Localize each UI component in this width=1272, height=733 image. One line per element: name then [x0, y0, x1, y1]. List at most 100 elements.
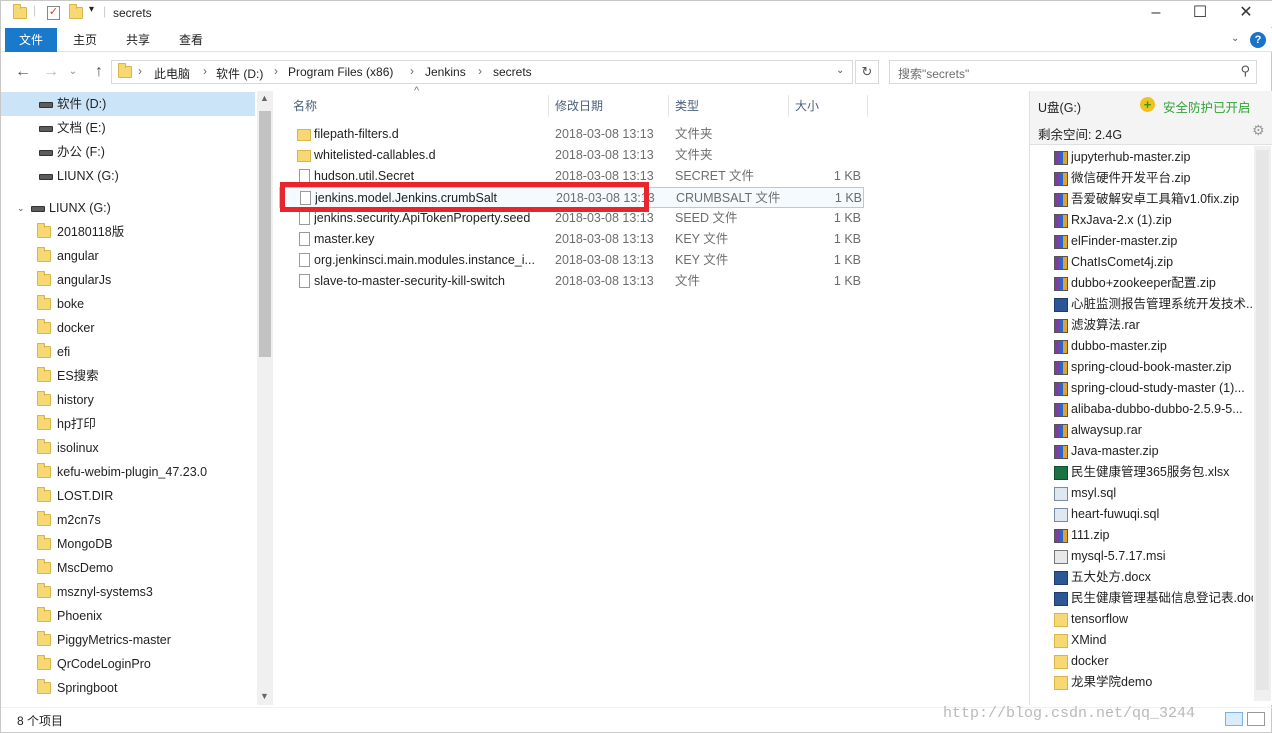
back-arrow-icon[interactable]: ←	[13, 61, 33, 83]
protection-status[interactable]: 安全防护已开启	[1163, 97, 1251, 116]
nav-folder-item[interactable]: MscDemo	[1, 556, 255, 580]
customize-quick-access-icon[interactable]: ▾	[89, 4, 94, 15]
expand-ribbon-icon[interactable]: ⌄	[1231, 33, 1239, 44]
gear-icon[interactable]: ⚙	[1252, 122, 1265, 139]
nav-folder-item[interactable]: Springboot	[1, 676, 255, 700]
nav-folder-item[interactable]: docker	[1, 316, 255, 340]
nav-folder-item[interactable]: PiggyMetrics-master	[1, 628, 255, 652]
recent-locations-icon[interactable]: ⌄	[63, 61, 83, 83]
close-button[interactable]: ✕	[1223, 1, 1269, 27]
usb-scrollbar[interactable]	[1254, 146, 1271, 701]
usb-list-item[interactable]: 滤波算法.rar	[1030, 315, 1254, 336]
file-row[interactable]: master.key 2018-03-08 13:13 KEY 文件 1 KB	[279, 229, 864, 250]
nav-folder-item[interactable]: isolinux	[1, 436, 255, 460]
help-icon[interactable]: ?	[1250, 32, 1266, 48]
usb-list-item[interactable]: RxJava-2.x (1).zip	[1030, 210, 1254, 231]
refresh-icon[interactable]: ↻	[855, 60, 879, 84]
search-input[interactable]: 搜索"secrets" ⚲	[889, 60, 1257, 84]
usb-list-item[interactable]: dubbo+zookeeper配置.zip	[1030, 273, 1254, 294]
column-divider[interactable]	[668, 95, 669, 117]
nav-folder-item[interactable]: hp打印	[1, 412, 255, 436]
chevron-right-icon[interactable]: ›	[274, 64, 278, 78]
file-row[interactable]: slave-to-master-security-kill-switch 201…	[279, 271, 864, 292]
chevron-right-icon[interactable]: ›	[203, 64, 207, 78]
details-view-icon[interactable]	[1225, 712, 1243, 726]
breadcrumb-this-pc[interactable]: 此电脑	[154, 65, 190, 82]
nav-folder-item[interactable]: history	[1, 388, 255, 412]
breadcrumb-jenkins[interactable]: Jenkins	[425, 65, 466, 79]
breadcrumb-secrets[interactable]: secrets	[493, 65, 532, 79]
file-row[interactable]: org.jenkinsci.main.modules.instance_i...…	[279, 250, 864, 271]
nav-folder-item[interactable]: boke	[1, 292, 255, 316]
address-dropdown-icon[interactable]: ⌄	[836, 65, 844, 76]
usb-list-item[interactable]: 龙果学院demo	[1030, 672, 1254, 693]
chevron-right-icon[interactable]: ›	[410, 64, 414, 78]
column-header-type[interactable]: 类型	[675, 95, 699, 117]
nav-root-item[interactable]: ⌄ LIUNX (G:)	[1, 196, 255, 220]
scroll-up-icon[interactable]: ▲	[260, 93, 269, 103]
scroll-down-icon[interactable]: ▼	[260, 691, 269, 701]
nav-folder-item[interactable]: 20180118版	[1, 220, 255, 244]
properties-icon[interactable]: ✓	[47, 6, 60, 20]
usb-list-item[interactable]: dubbo-master.zip	[1030, 336, 1254, 357]
usb-list-item[interactable]: docker	[1030, 651, 1254, 672]
nav-drive-item[interactable]: 办公 (F:)	[1, 140, 255, 164]
usb-list-item[interactable]: elFinder-master.zip	[1030, 231, 1254, 252]
file-row[interactable]: whitelisted-callables.d 2018-03-08 13:13…	[279, 145, 864, 166]
usb-scroll-thumb[interactable]	[1256, 150, 1269, 690]
usb-list-item[interactable]: alwaysup.rar	[1030, 420, 1254, 441]
chevron-right-icon[interactable]: ›	[478, 64, 482, 78]
usb-list-item[interactable]: 民生健康管理基础信息登记表.doc	[1030, 588, 1254, 609]
usb-list-item[interactable]: msyl.sql	[1030, 483, 1254, 504]
usb-list-item[interactable]: 111.zip	[1030, 525, 1254, 546]
new-folder-icon[interactable]	[69, 4, 83, 19]
usb-list-item[interactable]: 吾爱破解安卓工具箱v1.0fix.zip	[1030, 189, 1254, 210]
usb-list-item[interactable]: 微信硬件开发平台.zip	[1030, 168, 1254, 189]
nav-folder-item[interactable]: QrCodeLoginPro	[1, 652, 255, 676]
column-header-name[interactable]: 名称	[293, 95, 317, 117]
nav-drive-item[interactable]: LIUNX (G:)	[1, 164, 255, 188]
usb-list-item[interactable]: alibaba-dubbo-dubbo-2.5.9-5...	[1030, 399, 1254, 420]
usb-list-item[interactable]: 心脏监测报告管理系统开发技术...	[1030, 294, 1254, 315]
usb-list-item[interactable]: Java-master.zip	[1030, 441, 1254, 462]
nav-scroll-thumb[interactable]	[259, 111, 271, 357]
minimize-button[interactable]: –	[1133, 1, 1179, 27]
usb-list-item[interactable]: 民生健康管理365服务包.xlsx	[1030, 462, 1254, 483]
nav-scrollbar[interactable]: ▲ ▼	[257, 91, 273, 705]
nav-folder-item[interactable]: MongoDB	[1, 532, 255, 556]
address-bar[interactable]: › 此电脑 › 软件 (D:) › Program Files (x86) › …	[111, 60, 853, 84]
breadcrumb-program-files[interactable]: Program Files (x86)	[288, 65, 393, 79]
nav-folder-item[interactable]: angularJs	[1, 268, 255, 292]
maximize-button[interactable]: ☐	[1177, 1, 1223, 27]
usb-list-item[interactable]: mysql-5.7.17.msi	[1030, 546, 1254, 567]
nav-folder-item[interactable]: LOST.DIR	[1, 484, 255, 508]
nav-folder-item[interactable]: angular	[1, 244, 255, 268]
file-row[interactable]: filepath-filters.d 2018-03-08 13:13 文件夹	[279, 124, 864, 145]
nav-drive-item[interactable]: 文档 (E:)	[1, 116, 255, 140]
column-header-size[interactable]: 大小	[795, 95, 819, 117]
usb-list-item[interactable]: tensorflow	[1030, 609, 1254, 630]
up-arrow-icon[interactable]: ↑	[89, 61, 109, 83]
nav-folder-item[interactable]: efi	[1, 340, 255, 364]
usb-list-item[interactable]: spring-cloud-book-master.zip	[1030, 357, 1254, 378]
usb-list-item[interactable]: 五大处方.docx	[1030, 567, 1254, 588]
usb-list-item[interactable]: heart-fuwuqi.sql	[1030, 504, 1254, 525]
breadcrumb-drive[interactable]: 软件 (D:)	[216, 65, 263, 82]
column-divider[interactable]	[867, 95, 868, 117]
nav-folder-item[interactable]: ES搜索	[1, 364, 255, 388]
forward-arrow-icon[interactable]: →	[41, 61, 61, 83]
column-divider[interactable]	[788, 95, 789, 117]
usb-list-item[interactable]: spring-cloud-study-master (1)...	[1030, 378, 1254, 399]
usb-list-item[interactable]: XMind	[1030, 630, 1254, 651]
search-icon[interactable]: ⚲	[1240, 63, 1250, 79]
tab-share[interactable]: 共享	[112, 28, 164, 52]
tab-home[interactable]: 主页	[59, 28, 111, 52]
column-header-date[interactable]: 修改日期	[555, 95, 603, 117]
nav-folder-item[interactable]: kefu-webim-plugin_47.23.0	[1, 460, 255, 484]
usb-list-item[interactable]: jupyterhub-master.zip	[1030, 147, 1254, 168]
column-divider[interactable]	[548, 95, 549, 117]
nav-folder-item[interactable]: m2cn7s	[1, 508, 255, 532]
nav-drive-item[interactable]: 软件 (D:)	[1, 92, 255, 116]
tab-view[interactable]: 查看	[165, 28, 217, 52]
usb-list-item[interactable]: ChatIsComet4j.zip	[1030, 252, 1254, 273]
